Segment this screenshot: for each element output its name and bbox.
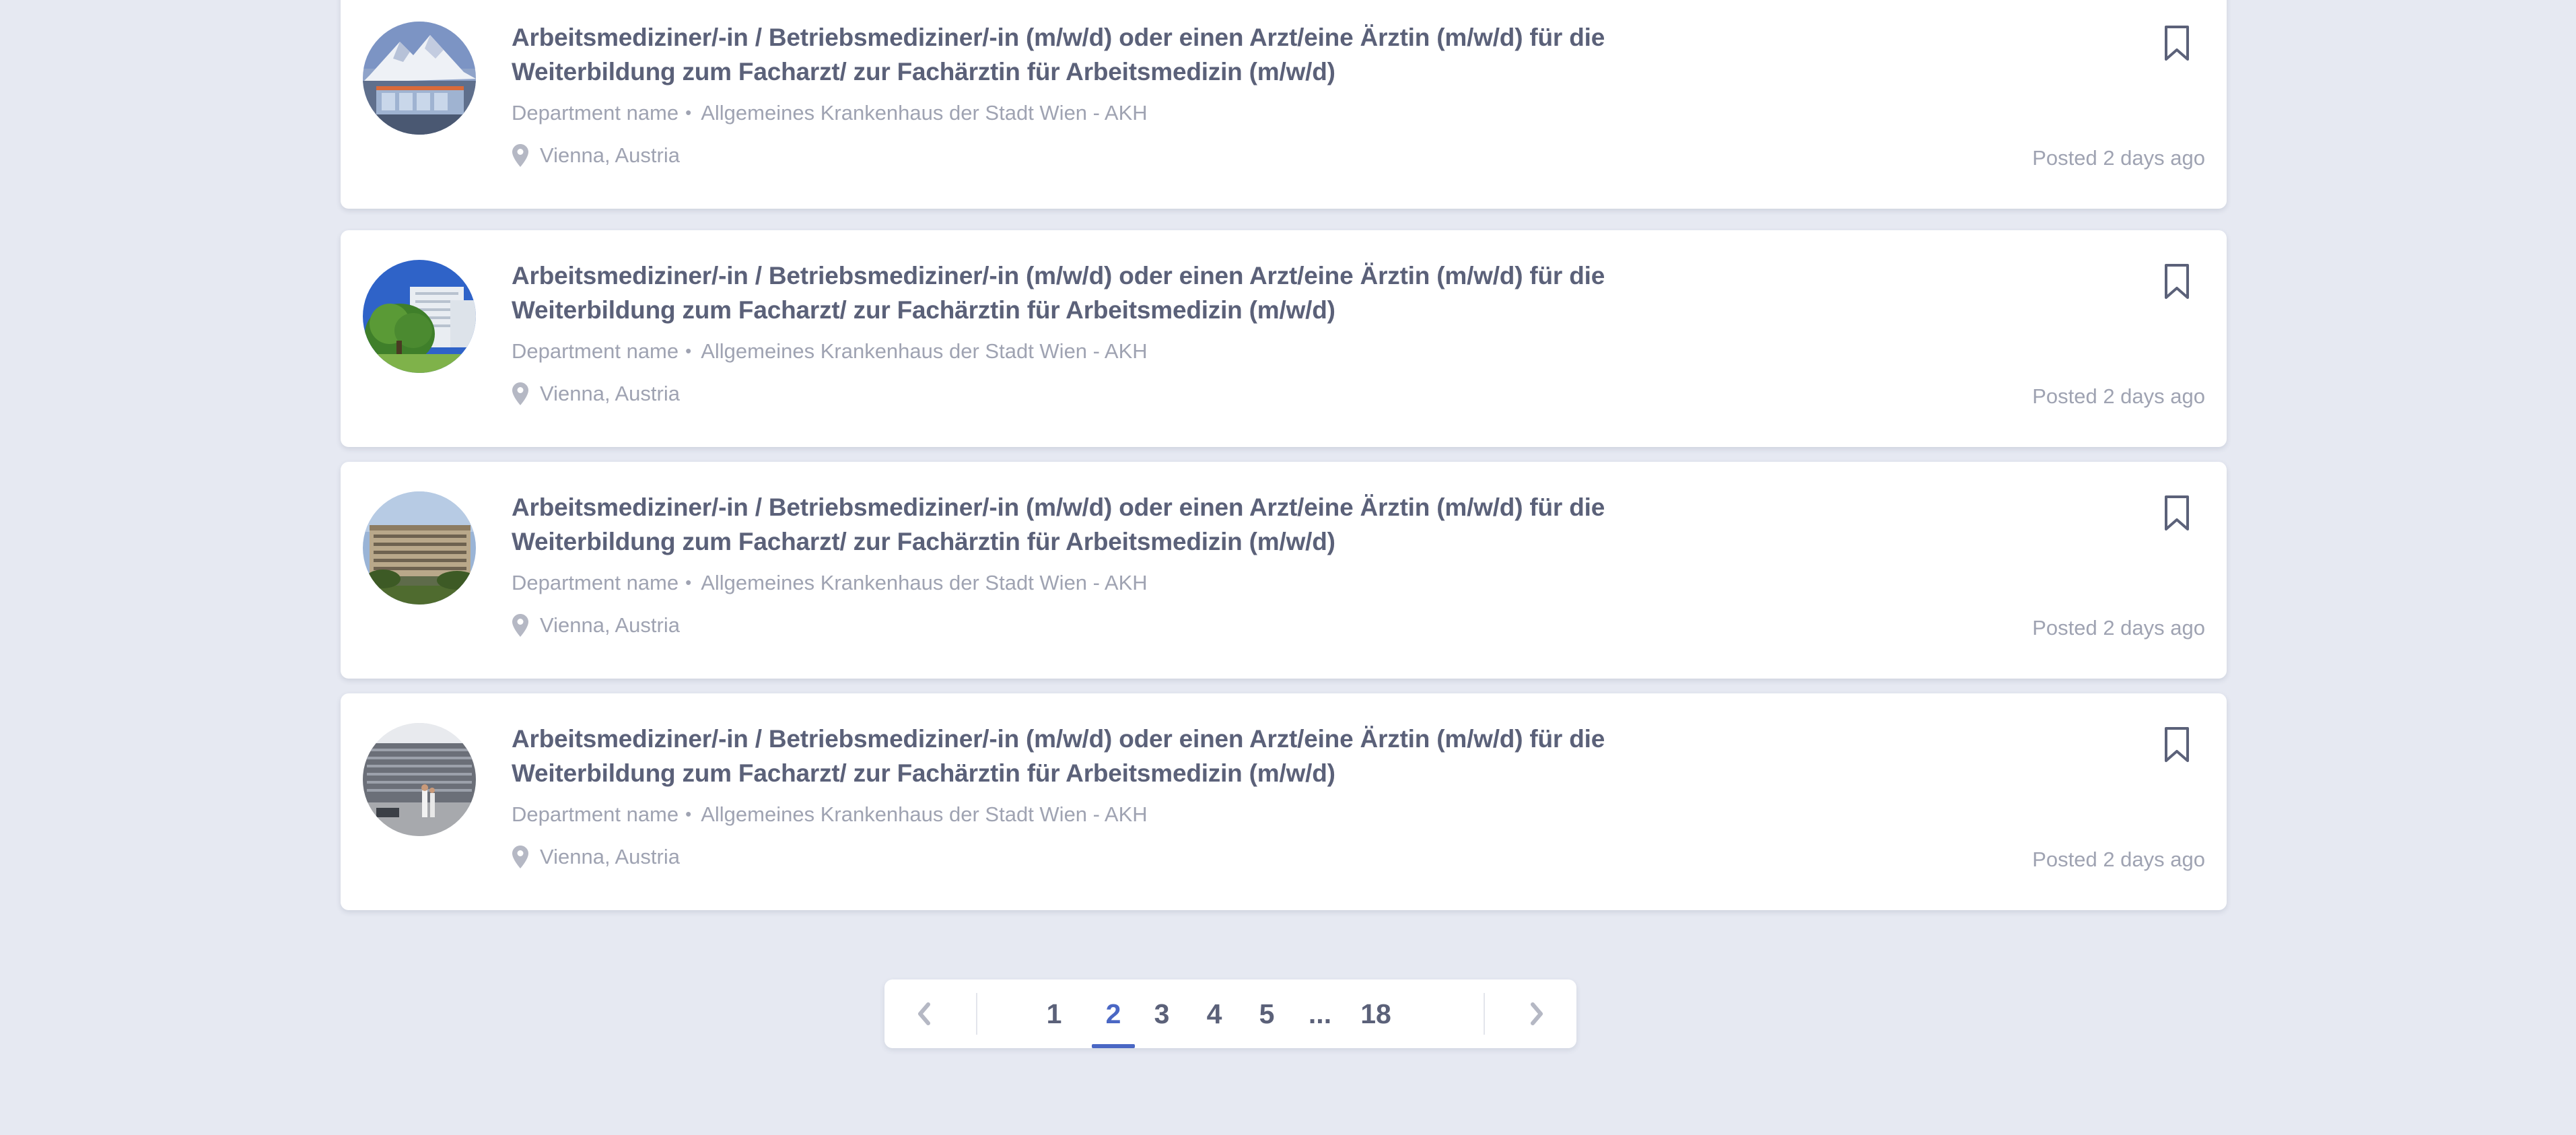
posted-date: Posted 2 days ago — [2032, 146, 2205, 170]
organization-name: Allgemeines Krankenhaus der Stadt Wien -… — [701, 802, 1148, 826]
page-link-18[interactable]: 18 — [1356, 979, 1396, 1048]
location-text: Vienna, Austria — [540, 143, 680, 167]
job-image-hospital-facade — [363, 491, 476, 605]
page-ellipsis: ... — [1308, 998, 1332, 1029]
department-name: Department name — [512, 571, 679, 594]
chevron-left-icon — [918, 1002, 930, 1025]
location-pin-icon — [512, 382, 528, 405]
job-location: Vienna, Austria — [512, 143, 680, 168]
page-link-5[interactable]: 5 — [1253, 979, 1280, 1048]
bookmark-icon[interactable] — [2161, 494, 2193, 532]
job-title[interactable]: Arbeitsmediziner/-in / Betriebsmediziner… — [512, 722, 1690, 790]
next-page-button[interactable] — [1496, 979, 1576, 1048]
bookmark-icon[interactable] — [2161, 263, 2193, 300]
location-pin-icon — [512, 144, 528, 167]
job-card[interactable]: Arbeitsmediziner/-in / Betriebsmediziner… — [341, 693, 2227, 910]
job-meta: Department name • Allgemeines Krankenhaus … — [512, 101, 1148, 125]
job-meta: Department name • Allgemeines Krankenhaus … — [512, 802, 1148, 827]
posted-date: Posted 2 days ago — [2032, 848, 2205, 871]
pagination-divider — [1484, 993, 1485, 1035]
location-text: Vienna, Austria — [540, 845, 680, 868]
location-pin-icon — [512, 846, 528, 868]
page-link-3[interactable]: 3 — [1148, 979, 1175, 1048]
job-location: Vienna, Austria — [512, 845, 680, 869]
job-meta: Department name • Allgemeines Krankenhaus … — [512, 339, 1148, 364]
previous-page-button[interactable] — [884, 979, 965, 1048]
separator-dot: • — [685, 572, 692, 592]
job-card[interactable]: Arbeitsmediziner/-in / Betriebsmediziner… — [341, 0, 2227, 209]
job-location: Vienna, Austria — [512, 613, 680, 638]
job-card[interactable]: Arbeitsmediziner/-in / Betriebsmediziner… — [341, 462, 2227, 679]
separator-dot: • — [685, 804, 692, 824]
chevron-right-icon — [1531, 1002, 1543, 1025]
job-title[interactable]: Arbeitsmediziner/-in / Betriebsmediziner… — [512, 20, 1690, 89]
job-image-hospital-entrance — [363, 723, 476, 836]
job-card[interactable]: Arbeitsmediziner/-in / Betriebsmediziner… — [341, 230, 2227, 447]
location-pin-icon — [512, 614, 528, 637]
job-title[interactable]: Arbeitsmediziner/-in / Betriebsmediziner… — [512, 259, 1690, 327]
job-image-hospital-garden — [363, 260, 476, 373]
job-title[interactable]: Arbeitsmediziner/-in / Betriebsmediziner… — [512, 490, 1690, 559]
separator-dot: • — [685, 102, 692, 123]
department-name: Department name — [512, 802, 679, 826]
page-link-4[interactable]: 4 — [1201, 979, 1228, 1048]
current-page-indicator — [1092, 1044, 1135, 1048]
job-meta: Department name • Allgemeines Krankenhaus … — [512, 571, 1148, 595]
location-text: Vienna, Austria — [540, 382, 680, 405]
bookmark-icon[interactable] — [2161, 726, 2193, 763]
page-link-2-current[interactable]: 2 — [1092, 979, 1135, 1048]
posted-date: Posted 2 days ago — [2032, 616, 2205, 640]
job-location: Vienna, Austria — [512, 382, 680, 406]
pagination-divider — [976, 993, 977, 1035]
job-image-mountain-building — [363, 22, 476, 135]
separator-dot: • — [685, 341, 692, 361]
department-name: Department name — [512, 101, 679, 125]
page-link-1[interactable]: 1 — [1041, 979, 1068, 1048]
organization-name: Allgemeines Krankenhaus der Stadt Wien -… — [701, 101, 1148, 125]
posted-date: Posted 2 days ago — [2032, 384, 2205, 408]
location-text: Vienna, Austria — [540, 613, 680, 637]
organization-name: Allgemeines Krankenhaus der Stadt Wien -… — [701, 339, 1148, 363]
department-name: Department name — [512, 339, 679, 363]
organization-name: Allgemeines Krankenhaus der Stadt Wien -… — [701, 571, 1148, 594]
bookmark-icon[interactable] — [2161, 24, 2193, 62]
pagination: 1 2 3 4 5 ... 18 — [884, 979, 1576, 1048]
